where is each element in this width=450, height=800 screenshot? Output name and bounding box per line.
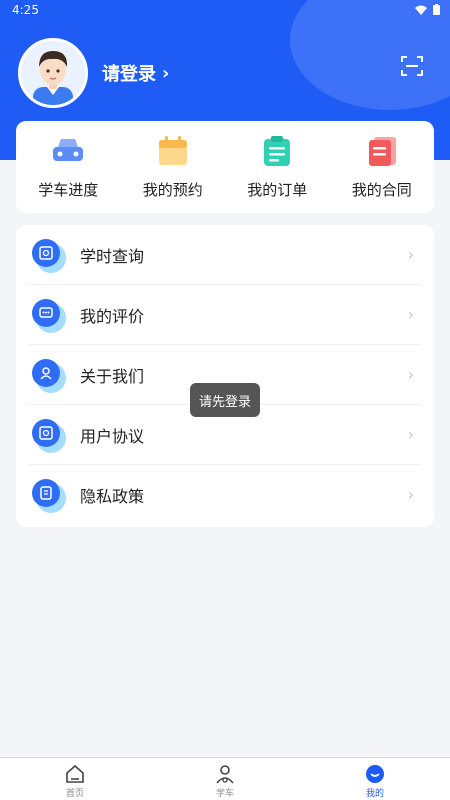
- search-document-icon: [32, 418, 66, 453]
- menu-item-label: 学时查询: [80, 246, 145, 266]
- chevron-right-icon: ›: [407, 425, 414, 444]
- menu-item-label: 隐私政策: [80, 487, 145, 506]
- avatar[interactable]: [18, 38, 88, 108]
- comment-icon: [32, 298, 66, 333]
- menu-item-study-hours[interactable]: 学时查询 ›: [28, 225, 422, 285]
- chevron-right-icon: ›: [407, 365, 414, 384]
- status-icons: [415, 4, 440, 15]
- quick-action-label: 我的预约: [142, 181, 203, 199]
- quick-action-progress[interactable]: 学车进度: [23, 133, 113, 213]
- tab-label: 我的: [365, 789, 384, 799]
- quick-action-orders[interactable]: 我的订单: [232, 133, 322, 213]
- avatar-icon: [21, 41, 85, 105]
- search-document-icon: [32, 238, 66, 273]
- tab-home[interactable]: 首页: [35, 758, 115, 800]
- clipboard-icon: [264, 136, 291, 166]
- login-link[interactable]: 请登录 ›: [102, 60, 169, 86]
- driver-icon: [216, 765, 234, 784]
- status-bar: 4:25: [0, 0, 450, 22]
- menu-list: 学时查询 › 我的评价 › 关于我们 › 用户协议 › 隐私政策 ›: [16, 225, 434, 527]
- quick-action-label: 我的订单: [247, 181, 308, 199]
- profile-icon: [366, 765, 384, 783]
- tab-label: 首页: [65, 789, 84, 799]
- quick-action-contracts[interactable]: 我的合同: [337, 133, 427, 213]
- home-icon: [66, 764, 84, 783]
- document-icon: [32, 479, 66, 513]
- tab-mine[interactable]: 我的: [335, 758, 415, 800]
- quick-action-label: 学车进度: [38, 181, 99, 199]
- wifi-icon: [415, 5, 427, 15]
- toast-message: 请先登录: [190, 383, 260, 417]
- tab-driving[interactable]: 学车: [185, 758, 265, 800]
- bottom-tab-bar: 首页 学车 我的: [0, 757, 450, 800]
- menu-item-privacy-policy[interactable]: 隐私政策 ›: [28, 465, 422, 525]
- user-icon: [32, 358, 66, 393]
- login-label: 请登录: [102, 64, 156, 85]
- menu-item-label: 我的评价: [80, 306, 145, 326]
- quick-actions: 学车进度 我的预约 我的订单 我的合同: [16, 121, 434, 213]
- menu-item-label: 用户协议: [80, 426, 145, 446]
- chevron-right-icon: ›: [407, 485, 414, 504]
- tab-label: 学车: [215, 789, 234, 799]
- chevron-right-icon: ›: [162, 62, 170, 84]
- quick-action-label: 我的合同: [351, 181, 412, 199]
- document-icon: [368, 137, 396, 166]
- battery-icon: [433, 4, 440, 15]
- car-icon: [53, 139, 84, 161]
- calendar-icon: [158, 136, 187, 165]
- chevron-right-icon: ›: [407, 245, 414, 264]
- menu-item-label: 关于我们: [80, 366, 145, 386]
- quick-action-booking[interactable]: 我的预约: [128, 133, 218, 213]
- status-time: 4:25: [12, 3, 39, 17]
- menu-item-reviews[interactable]: 我的评价 ›: [28, 285, 422, 345]
- scan-icon[interactable]: [400, 54, 424, 78]
- chevron-right-icon: ›: [407, 305, 414, 324]
